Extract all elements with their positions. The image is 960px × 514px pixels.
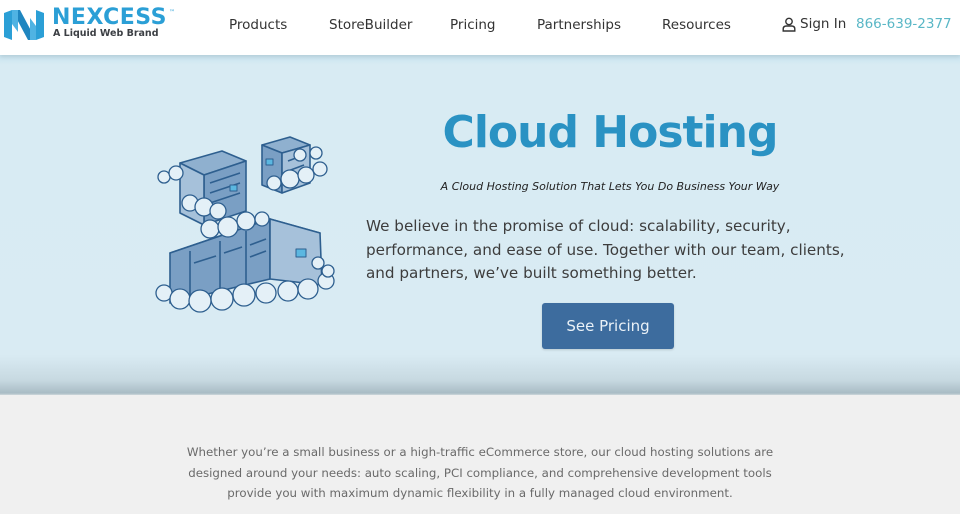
site-header: nexcess ™ A Liquid Web Brand Products St… xyxy=(0,0,960,55)
phone-number-link[interactable]: 866-639-2377 xyxy=(856,16,952,32)
user-icon xyxy=(782,17,796,32)
nav-resources[interactable]: Resources xyxy=(662,16,731,34)
see-pricing-button[interactable]: See Pricing xyxy=(542,303,674,349)
sign-in-label: Sign In xyxy=(800,16,847,32)
hero-section: Cloud Hosting A Cloud Hosting Solution T… xyxy=(0,55,960,395)
nexcess-logo-icon xyxy=(4,10,44,40)
intro-text-line: Whether you’re a small business or a hig… xyxy=(186,445,774,459)
intro-text-line: designed around your needs: auto scaling… xyxy=(188,465,772,480)
intro-text: Whether you’re a small business or a hig… xyxy=(170,442,790,504)
nav-products[interactable]: Products xyxy=(229,16,287,34)
sign-in-link[interactable]: Sign In xyxy=(782,15,846,33)
intro-text-line: provide you with maximum dynamic flexibi… xyxy=(227,486,733,500)
trademark-symbol: ™ xyxy=(169,9,175,16)
nav-partnerships[interactable]: Partnerships xyxy=(537,16,621,34)
page-title: Cloud Hosting xyxy=(442,107,779,158)
hero-description-line: We believe in the promise of cloud: scal… xyxy=(366,217,791,235)
hero-description-line: and partners, we’ve built something bett… xyxy=(366,264,697,282)
cloud-servers-illustration xyxy=(155,136,335,313)
nav-storebuilder[interactable]: StoreBuilder xyxy=(329,16,412,34)
nexcess-logo[interactable]: nexcess ™ A Liquid Web Brand xyxy=(4,5,179,41)
hero-description: We believe in the promise of cloud: scal… xyxy=(366,215,846,286)
nav-pricing[interactable]: Pricing xyxy=(450,16,496,34)
intro-section: Whether you’re a small business or a hig… xyxy=(0,395,960,514)
logo-wordmark: nexcess xyxy=(52,5,167,30)
logo-tagline: A Liquid Web Brand xyxy=(53,28,159,39)
hero-description-line: performance, and ease of use. Together w… xyxy=(366,240,845,259)
hero-subtitle: A Cloud Hosting Solution That Lets You D… xyxy=(440,180,780,193)
